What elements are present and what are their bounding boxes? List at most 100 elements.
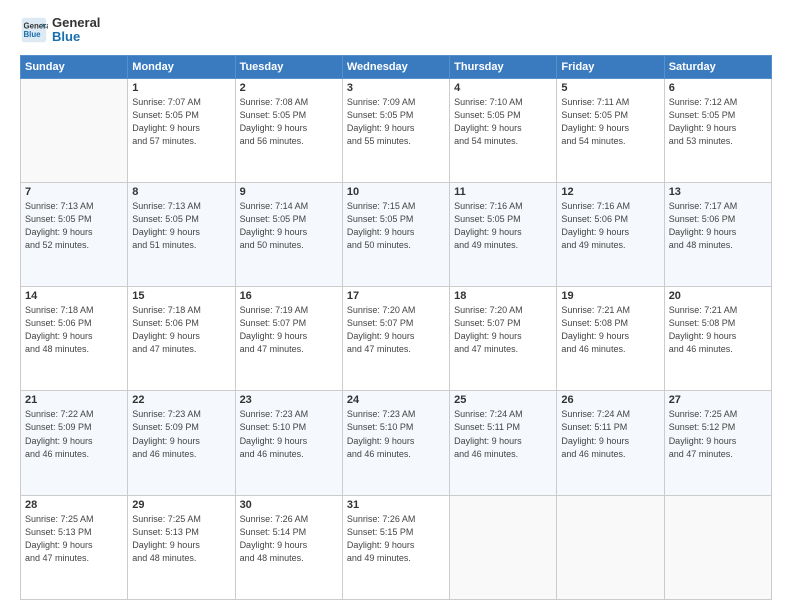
day-info: Sunrise: 7:09 AM Sunset: 5:05 PM Dayligh… — [347, 96, 445, 148]
day-info: Sunrise: 7:19 AM Sunset: 5:07 PM Dayligh… — [240, 304, 338, 356]
day-number: 19 — [561, 290, 659, 302]
calendar-cell: 17 Sunrise: 7:20 AM Sunset: 5:07 PM Dayli… — [342, 287, 449, 391]
day-number: 31 — [347, 499, 445, 511]
day-info: Sunrise: 7:20 AM Sunset: 5:07 PM Dayligh… — [347, 304, 445, 356]
day-info: Sunrise: 7:24 AM Sunset: 5:11 PM Dayligh… — [454, 408, 552, 460]
day-info: Sunrise: 7:25 AM Sunset: 5:13 PM Dayligh… — [132, 513, 230, 565]
calendar-cell: 13 Sunrise: 7:17 AM Sunset: 5:06 PM Dayli… — [664, 182, 771, 286]
day-number: 12 — [561, 186, 659, 198]
calendar-week-row: 1 Sunrise: 7:07 AM Sunset: 5:05 PM Daylig… — [21, 78, 772, 182]
day-number: 15 — [132, 290, 230, 302]
day-number: 24 — [347, 394, 445, 406]
day-number: 25 — [454, 394, 552, 406]
weekday-header-tuesday: Tuesday — [235, 55, 342, 78]
day-number: 22 — [132, 394, 230, 406]
calendar-cell: 12 Sunrise: 7:16 AM Sunset: 5:06 PM Dayli… — [557, 182, 664, 286]
calendar-cell: 3 Sunrise: 7:09 AM Sunset: 5:05 PM Daylig… — [342, 78, 449, 182]
calendar-cell: 16 Sunrise: 7:19 AM Sunset: 5:07 PM Dayli… — [235, 287, 342, 391]
calendar-cell — [450, 495, 557, 599]
day-number: 13 — [669, 186, 767, 198]
day-number: 7 — [25, 186, 123, 198]
weekday-header-sunday: Sunday — [21, 55, 128, 78]
day-info: Sunrise: 7:26 AM Sunset: 5:15 PM Dayligh… — [347, 513, 445, 565]
day-number: 1 — [132, 82, 230, 94]
calendar-cell: 4 Sunrise: 7:10 AM Sunset: 5:05 PM Daylig… — [450, 78, 557, 182]
calendar-cell: 20 Sunrise: 7:21 AM Sunset: 5:08 PM Dayli… — [664, 287, 771, 391]
day-number: 2 — [240, 82, 338, 94]
calendar-cell: 28 Sunrise: 7:25 AM Sunset: 5:13 PM Dayli… — [21, 495, 128, 599]
day-number: 9 — [240, 186, 338, 198]
day-info: Sunrise: 7:07 AM Sunset: 5:05 PM Dayligh… — [132, 96, 230, 148]
calendar-cell: 6Sunrise: 7:12 AM Sunset: 5:05 PM Daylig… — [664, 78, 771, 182]
calendar-cell: 14Sunrise: 7:18 AM Sunset: 5:06 PM Dayli… — [21, 287, 128, 391]
calendar-cell — [664, 495, 771, 599]
calendar-cell: 15 Sunrise: 7:18 AM Sunset: 5:06 PM Dayli… — [128, 287, 235, 391]
day-info: Sunrise: 7:17 AM Sunset: 5:06 PM Dayligh… — [669, 200, 767, 252]
calendar-cell: 24 Sunrise: 7:23 AM Sunset: 5:10 PM Dayli… — [342, 391, 449, 495]
day-info: Sunrise: 7:13 AM Sunset: 5:05 PM Dayligh… — [132, 200, 230, 252]
day-info: Sunrise: 7:08 AM Sunset: 5:05 PM Dayligh… — [240, 96, 338, 148]
day-info: Sunrise: 7:12 AM Sunset: 5:05 PM Dayligh… — [669, 96, 767, 148]
day-number: 23 — [240, 394, 338, 406]
day-number: 20 — [669, 290, 767, 302]
day-number: 4 — [454, 82, 552, 94]
day-number: 16 — [240, 290, 338, 302]
day-number: 14 — [25, 290, 123, 302]
logo-blue: Blue — [52, 30, 100, 44]
calendar-table: SundayMondayTuesdayWednesdayThursdayFrid… — [20, 55, 772, 600]
day-info: Sunrise: 7:23 AM Sunset: 5:10 PM Dayligh… — [240, 408, 338, 460]
day-info: Sunrise: 7:18 AM Sunset: 5:06 PM Dayligh… — [132, 304, 230, 356]
day-number: 28 — [25, 499, 123, 511]
day-info: Sunrise: 7:16 AM Sunset: 5:06 PM Dayligh… — [561, 200, 659, 252]
day-number: 8 — [132, 186, 230, 198]
weekday-header-thursday: Thursday — [450, 55, 557, 78]
calendar-cell — [21, 78, 128, 182]
calendar-cell: 1 Sunrise: 7:07 AM Sunset: 5:05 PM Daylig… — [128, 78, 235, 182]
calendar-cell — [557, 495, 664, 599]
logo-icon: General Blue — [20, 16, 48, 44]
weekday-header-wednesday: Wednesday — [342, 55, 449, 78]
logo-general: General — [52, 16, 100, 30]
calendar-cell: 19 Sunrise: 7:21 AM Sunset: 5:08 PM Dayli… — [557, 287, 664, 391]
header: General Blue General Blue — [20, 16, 772, 45]
day-number: 18 — [454, 290, 552, 302]
calendar-cell: 10 Sunrise: 7:15 AM Sunset: 5:05 PM Dayli… — [342, 182, 449, 286]
day-info: Sunrise: 7:10 AM Sunset: 5:05 PM Dayligh… — [454, 96, 552, 148]
calendar-cell: 8 Sunrise: 7:13 AM Sunset: 5:05 PM Daylig… — [128, 182, 235, 286]
svg-text:Blue: Blue — [24, 30, 42, 39]
calendar-cell: 9 Sunrise: 7:14 AM Sunset: 5:05 PM Daylig… — [235, 182, 342, 286]
calendar-cell: 22 Sunrise: 7:23 AM Sunset: 5:09 PM Dayli… — [128, 391, 235, 495]
day-info: Sunrise: 7:15 AM Sunset: 5:05 PM Dayligh… — [347, 200, 445, 252]
page: General Blue General Blue SundayMondayTu… — [0, 0, 792, 612]
calendar-week-row: 14 Sunrise: 7:18 AM Sunset: 5:06 PM Dayli… — [21, 287, 772, 391]
calendar-cell: 30Sunrise: 7:26 AM Sunset: 5:14 PM Dayli… — [235, 495, 342, 599]
calendar-week-row: 28 Sunrise: 7:25 AM Sunset: 5:13 PM Dayli… — [21, 495, 772, 599]
calendar-cell: 5 Sunrise: 7:11 AM Sunset: 5:05 PM Daylig… — [557, 78, 664, 182]
day-info: Sunrise: 7:25 AM Sunset: 5:13 PM Dayligh… — [25, 513, 123, 565]
calendar-cell: 29 Sunrise: 7:25 AM Sunset: 5:13 PM Dayli… — [128, 495, 235, 599]
day-number: 10 — [347, 186, 445, 198]
weekday-header-saturday: Saturday — [664, 55, 771, 78]
day-info: Sunrise: 7:21 AM Sunset: 5:08 PM Dayligh… — [561, 304, 659, 356]
day-info: Sunrise: 7:11 AM Sunset: 5:05 PM Dayligh… — [561, 96, 659, 148]
day-number: 5 — [561, 82, 659, 94]
day-number: 17 — [347, 290, 445, 302]
day-info: Sunrise: 7:20 AM Sunset: 5:07 PM Dayligh… — [454, 304, 552, 356]
logo: General Blue General Blue — [20, 16, 100, 45]
day-info: Sunrise: 7:23 AM Sunset: 5:10 PM Dayligh… — [347, 408, 445, 460]
day-number: 3 — [347, 82, 445, 94]
calendar-cell: 2 Sunrise: 7:08 AM Sunset: 5:05 PM Daylig… — [235, 78, 342, 182]
day-number: 21 — [25, 394, 123, 406]
calendar-header-row: SundayMondayTuesdayWednesdayThursdayFrid… — [21, 55, 772, 78]
day-info: Sunrise: 7:23 AM Sunset: 5:09 PM Dayligh… — [132, 408, 230, 460]
day-info: Sunrise: 7:25 AM Sunset: 5:12 PM Dayligh… — [669, 408, 767, 460]
day-number: 26 — [561, 394, 659, 406]
calendar-cell: 27Sunrise: 7:25 AM Sunset: 5:12 PM Dayli… — [664, 391, 771, 495]
day-number: 29 — [132, 499, 230, 511]
calendar-cell: 21Sunrise: 7:22 AM Sunset: 5:09 PM Dayli… — [21, 391, 128, 495]
calendar-cell: 25 Sunrise: 7:24 AM Sunset: 5:11 PM Dayli… — [450, 391, 557, 495]
day-info: Sunrise: 7:14 AM Sunset: 5:05 PM Dayligh… — [240, 200, 338, 252]
weekday-header-friday: Friday — [557, 55, 664, 78]
day-info: Sunrise: 7:21 AM Sunset: 5:08 PM Dayligh… — [669, 304, 767, 356]
day-info: Sunrise: 7:26 AM Sunset: 5:14 PM Dayligh… — [240, 513, 338, 565]
